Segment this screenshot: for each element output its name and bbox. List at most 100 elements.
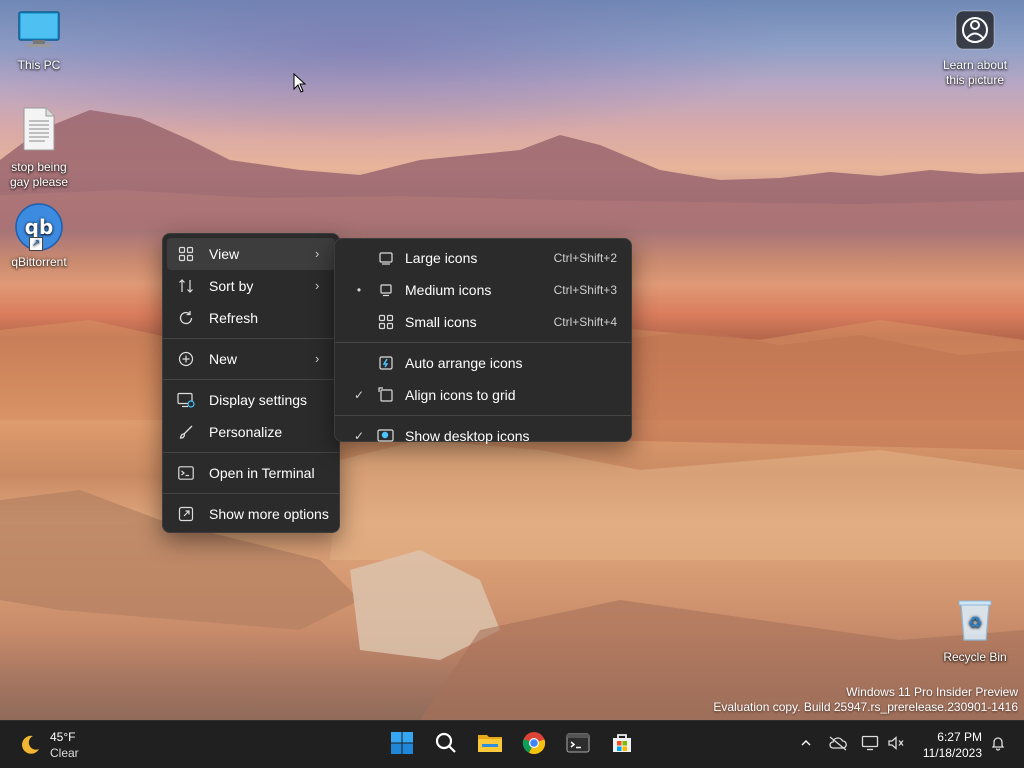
- submenu-item-label: Align icons to grid: [405, 387, 516, 403]
- notifications-button[interactable]: [986, 733, 1010, 757]
- large-icons-icon: [377, 249, 395, 267]
- store-button[interactable]: [604, 727, 640, 763]
- desktop-icon-this-pc[interactable]: This PC: [0, 10, 78, 73]
- camera-info-icon: [934, 10, 1016, 54]
- selection-mark: ✓: [353, 429, 365, 443]
- small-icons-icon: [377, 313, 395, 331]
- menu-item-refresh[interactable]: Refresh: [167, 302, 335, 334]
- bell-icon: [990, 735, 1006, 756]
- watermark-line: Evaluation copy. Build 25947.rs_prerelea…: [713, 700, 1018, 714]
- start-button[interactable]: [384, 727, 420, 763]
- desktop-icon-label: qBittorrent: [11, 255, 67, 269]
- submenu-item-show-desktop-icons[interactable]: ✓ Show desktop icons: [339, 420, 627, 452]
- menu-separator: [163, 379, 339, 380]
- menu-item-open-in-terminal[interactable]: Open in Terminal: [167, 457, 335, 489]
- submenu-item-large-icons[interactable]: Large icons Ctrl+Shift+2: [339, 242, 627, 274]
- auto-arrange-icon: [377, 354, 395, 372]
- menu-item-sort-by[interactable]: Sort by ›: [167, 270, 335, 302]
- chrome-icon: [522, 731, 546, 760]
- align-grid-icon: [377, 386, 395, 404]
- search-icon: [434, 731, 458, 760]
- medium-icons-icon: [377, 281, 395, 299]
- shortcut-arrow-icon: ↗: [29, 237, 43, 251]
- volume-tray[interactable]: [884, 733, 908, 757]
- menu-separator: [163, 493, 339, 494]
- start-icon: [390, 731, 414, 760]
- chrome-button[interactable]: [516, 727, 552, 763]
- submenu-item-align-to-grid[interactable]: ✓ Align icons to grid: [339, 379, 627, 411]
- weather-temp: 45°F: [50, 730, 76, 744]
- desktop-icon-qbittorrent[interactable]: qb ↗ qBittorrent: [0, 203, 78, 270]
- keyboard-shortcut: Ctrl+Shift+4: [553, 315, 617, 329]
- menu-item-display-settings[interactable]: Display settings: [167, 384, 335, 416]
- menu-item-view[interactable]: View ›: [167, 238, 335, 270]
- cloud-offline-icon: [828, 735, 848, 756]
- keyboard-shortcut: Ctrl+Shift+3: [553, 283, 617, 297]
- terminal-icon: [177, 464, 195, 482]
- clock-date: 11/18/2023: [922, 746, 982, 760]
- chevron-right-icon: ›: [315, 278, 320, 293]
- desktop-icon-text-file[interactable]: stop being gay please: [0, 106, 78, 190]
- selection-mark: [351, 250, 367, 266]
- moon-icon: [18, 733, 42, 762]
- selection-mark: ✓: [353, 388, 365, 402]
- submenu-item-small-icons[interactable]: Small icons Ctrl+Shift+4: [339, 306, 627, 338]
- submenu-item-medium-icons[interactable]: • Medium icons Ctrl+Shift+3: [339, 274, 627, 306]
- qbittorrent-icon: qb ↗: [15, 203, 63, 251]
- plus-circle-icon: [177, 350, 195, 368]
- menu-item-label: Open in Terminal: [209, 465, 315, 481]
- file-explorer-icon: [477, 731, 503, 760]
- windows-watermark: Windows 11 Pro Insider Preview Evaluatio…: [713, 685, 1018, 715]
- refresh-icon: [177, 309, 195, 327]
- show-hidden-icons-button[interactable]: [794, 733, 818, 757]
- onedrive-tray[interactable]: [826, 733, 850, 757]
- menu-item-show-more-options[interactable]: Show more options: [167, 498, 335, 530]
- menu-item-label: View: [209, 246, 240, 262]
- mouse-cursor-icon: [293, 72, 307, 93]
- clock[interactable]: 6:27 PM 11/18/2023: [912, 729, 982, 761]
- menu-item-new[interactable]: New ›: [167, 343, 335, 375]
- svg-text:qb: qb: [25, 215, 54, 239]
- clock-time: 6:27 PM: [937, 730, 982, 744]
- menu-item-personalize[interactable]: Personalize: [167, 416, 335, 448]
- menu-separator: [335, 342, 631, 343]
- menu-item-label: Refresh: [209, 310, 259, 326]
- search-button[interactable]: [428, 727, 464, 763]
- brush-icon: [177, 423, 195, 441]
- watermark-line: Windows 11 Pro Insider Preview: [846, 685, 1018, 699]
- monitor-icon: [0, 10, 78, 54]
- menu-separator: [335, 415, 631, 416]
- chevron-right-icon: ›: [315, 351, 320, 366]
- desktop-icon-label: stop being gay please: [9, 160, 69, 189]
- chevron-right-icon: ›: [315, 246, 320, 261]
- selection-mark: [351, 314, 367, 330]
- desktop-icon-label: Recycle Bin: [943, 650, 1007, 664]
- open-external-icon: [177, 505, 195, 523]
- weather-condition: Clear: [50, 746, 79, 760]
- menu-item-label: New: [209, 351, 238, 367]
- submenu-item-label: Medium icons: [405, 282, 492, 298]
- file-explorer-button[interactable]: [472, 727, 508, 763]
- network-tray[interactable]: [858, 733, 882, 757]
- menu-item-label: Personalize: [209, 424, 283, 440]
- store-icon: [610, 731, 634, 760]
- desktop-icon-recycle-bin[interactable]: ♻ Recycle Bin: [936, 598, 1014, 665]
- display-icon: [177, 391, 195, 409]
- terminal-icon: [566, 732, 590, 759]
- terminal-button[interactable]: [560, 727, 596, 763]
- background-mountains: [0, 110, 1024, 230]
- text-file-icon: [0, 106, 78, 156]
- submenu-item-label: Large icons: [405, 250, 478, 266]
- menu-item-label: Show more options: [209, 506, 329, 522]
- spotlight-learn-about-picture[interactable]: Learn about this picture: [934, 10, 1016, 88]
- desktop-context-menu: View › Sort by › Refresh New › Display s…: [162, 233, 340, 533]
- view-submenu: Large icons Ctrl+Shift+2 • Medium icons …: [334, 238, 632, 444]
- show-desktop-icon: [377, 427, 395, 445]
- submenu-item-auto-arrange[interactable]: Auto arrange icons: [339, 347, 627, 379]
- weather-widget[interactable]: 45°F Clear: [16, 729, 106, 761]
- submenu-item-label: Show desktop icons: [405, 428, 530, 444]
- selection-mark: •: [356, 283, 362, 297]
- menu-separator: [163, 452, 339, 453]
- menu-separator: [163, 338, 339, 339]
- spotlight-label: Learn about this picture: [942, 58, 1008, 87]
